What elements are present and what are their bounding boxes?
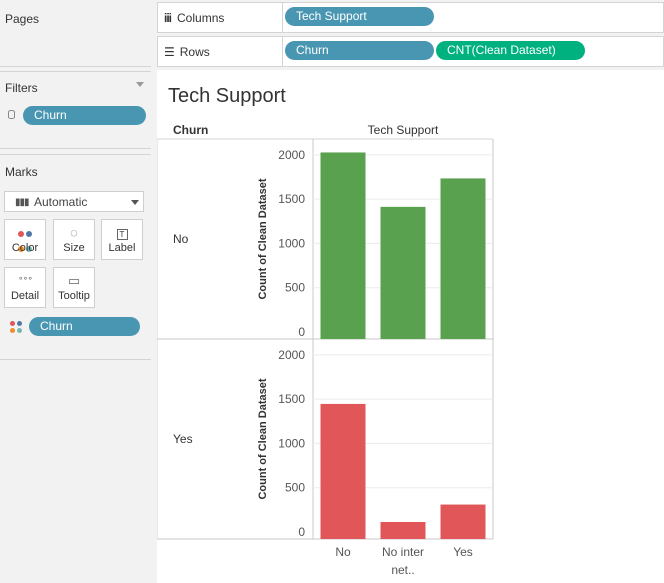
y-axis-title: Count of Clean Dataset — [257, 378, 269, 499]
columns-shelf[interactable]: iii Columns Tech Support — [157, 2, 664, 33]
shelf-divider — [282, 37, 283, 66]
pages-title: Pages — [5, 12, 40, 26]
tooltip-icon: ▭ — [67, 273, 81, 288]
filters-card: Filters Churn — [0, 71, 151, 149]
rows-label-text: Rows — [179, 45, 210, 59]
row-label-yes: Yes — [173, 432, 193, 446]
y-tick-label: 1000 — [278, 436, 305, 450]
y-tick-label: 2000 — [278, 348, 305, 362]
columns-pill-tech-support[interactable]: Tech Support — [285, 7, 434, 26]
label-icon: T — [102, 220, 142, 242]
filters-title: Filters — [5, 81, 38, 95]
detail-button[interactable]: ∘∘∘ Detail — [4, 267, 46, 308]
bar-no-0 — [320, 152, 366, 339]
y-tick-label: 0 — [298, 325, 305, 339]
label-label: Label — [108, 242, 136, 254]
filters-dropdown-icon[interactable] — [136, 82, 144, 87]
size-label: Size — [63, 242, 85, 254]
detail-icon: ∘∘∘ — [18, 273, 33, 283]
pages-card[interactable]: Pages — [0, 0, 151, 67]
rows-shelf-label: ☰ Rows — [164, 45, 210, 59]
y-tick-label: 1500 — [278, 392, 305, 406]
x-tick-label: No — [335, 545, 351, 559]
left-pane-fill — [0, 361, 151, 583]
mark-type-value: Automatic — [34, 195, 88, 209]
detail-label: Detail — [10, 290, 40, 302]
marks-card: Marks ▮▮▮ Automatic Color ◌ Size T Label… — [0, 154, 151, 360]
color-button[interactable]: Color — [4, 219, 46, 260]
y-tick-label: 0 — [298, 525, 305, 539]
size-button[interactable]: ◌ Size — [53, 219, 95, 260]
filter-pill-churn[interactable]: Churn — [23, 106, 146, 125]
tooltip-button[interactable]: ▭ Tooltip — [53, 267, 95, 308]
y-tick-label: 2000 — [278, 148, 305, 162]
y-tick-label: 500 — [285, 481, 305, 495]
worksheet-view[interactable]: Tech Support Churn Tech Support No Count of… — [157, 70, 664, 583]
columns-icon: iii — [164, 11, 172, 25]
x-tick-label: net.. — [391, 563, 414, 577]
bar-chart-icon: ▮▮▮ — [15, 197, 29, 208]
rows-icon: ☰ — [164, 45, 175, 59]
column-header-tech-support: Tech Support — [368, 123, 439, 137]
color-dots-icon — [5, 220, 45, 252]
chevron-down-icon — [131, 200, 139, 205]
x-tick-label: Yes — [453, 545, 473, 559]
rows-shelf[interactable]: ☰ Rows Churn CNT(Clean Dataset) — [157, 36, 664, 67]
color-pill-churn[interactable]: Churn — [29, 317, 140, 336]
bar-chart[interactable]: Churn Tech Support No Count of Clean Datase… — [157, 70, 664, 583]
rows-pill-cnt-clean-dataset[interactable]: CNT(Clean Dataset) — [436, 41, 585, 60]
bar-yes-1 — [380, 521, 426, 539]
x-tick-label: No inter — [382, 545, 424, 559]
row-header-churn: Churn — [173, 123, 208, 137]
y-tick-label: 500 — [285, 281, 305, 295]
bar-no-2 — [440, 178, 486, 339]
rows-pill-churn[interactable]: Churn — [285, 41, 434, 60]
bar-yes-0 — [320, 403, 366, 539]
color-encoding-icon — [10, 321, 24, 335]
row-label-no: No — [173, 232, 189, 246]
columns-label-text: Columns — [177, 11, 225, 25]
color-label: Color — [11, 242, 39, 254]
shelf-divider — [282, 3, 283, 32]
bar-no-1 — [380, 206, 426, 339]
mark-type-select[interactable]: ▮▮▮ Automatic — [4, 191, 144, 212]
bar-yes-2 — [440, 504, 486, 539]
marks-title: Marks — [5, 165, 38, 179]
columns-shelf-label: iii Columns — [164, 11, 224, 25]
label-button[interactable]: T Label — [101, 219, 143, 260]
y-axis-title: Count of Clean Dataset — [257, 178, 269, 299]
tooltip-label: Tooltip — [58, 290, 90, 302]
y-tick-label: 1000 — [278, 236, 305, 250]
size-icon: ◌ — [70, 225, 78, 240]
database-icon — [8, 110, 15, 119]
y-tick-label: 1500 — [278, 192, 305, 206]
